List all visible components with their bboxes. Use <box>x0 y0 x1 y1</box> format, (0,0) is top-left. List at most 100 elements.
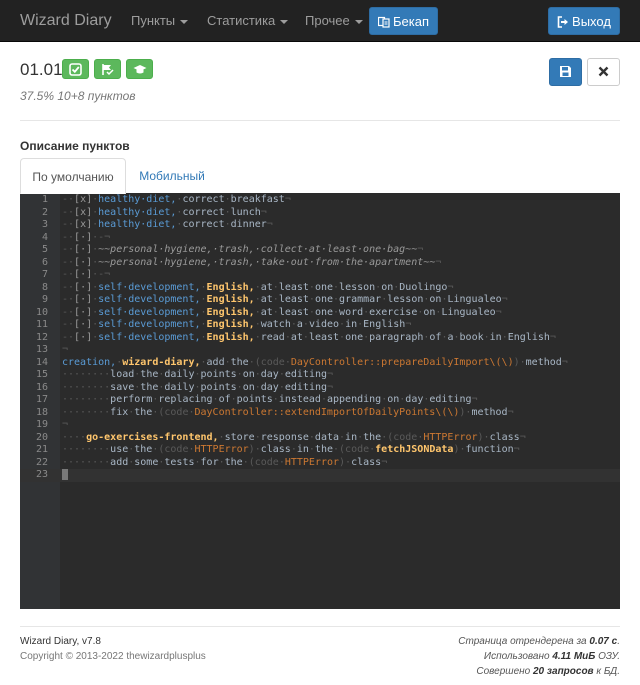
line-code: -·[·]·self·development,·English,·watch·a… <box>62 319 412 330</box>
editor-line: 7 -·[·]·-¬ <box>20 269 620 282</box>
caret-down-icon <box>280 19 289 24</box>
editor-line: 11 -·[·]·self·development,·English,·watch… <box>20 319 620 332</box>
line-number: 20 <box>35 431 48 443</box>
completion-summary: 37.5% 10+8 пунктов <box>20 89 136 103</box>
line-number: 12 <box>35 331 48 343</box>
section-title: Описание пунктов <box>20 139 130 153</box>
line-code: ····go-exercises-frontend,·store·respons… <box>62 431 526 443</box>
line-number: 6 <box>41 256 48 268</box>
caret-down-icon <box>180 19 189 24</box>
editor-line: 8 -·[·]·self·development,·English,·at·lea… <box>20 282 620 295</box>
code-editor[interactable]: 1 -·[x]·healthy·diet,·correct·breakfast¬ … <box>20 193 620 609</box>
backup-icon <box>377 16 390 28</box>
nav-menu-stats[interactable]: Статистика <box>207 13 289 28</box>
line-number: 23 <box>35 469 48 480</box>
caret-down-icon <box>354 19 363 24</box>
editor-line: 22 ········add·some·tests·for·the·(code·H… <box>20 457 620 470</box>
line-number: 5 <box>41 244 48 255</box>
editor-line: 10 -·[·]·self·development,·English,·at·le… <box>20 307 620 320</box>
editor-line-active: 23 <box>20 469 620 482</box>
save-icon <box>560 66 571 77</box>
editor-line: 15 ········load·the·daily·points·on·day·e… <box>20 369 620 382</box>
line-number: 22 <box>35 456 48 468</box>
editor-line: 17 ········perform·replacing·of·points·in… <box>20 394 620 407</box>
line-number: 14 <box>35 356 48 368</box>
line-code: -·[·]·self·development,·English,·at·leas… <box>62 306 502 318</box>
editor-line: 5 -·[·]·~~personal·hygiene,·trash,·collec… <box>20 244 620 257</box>
line-code: -·[·]·self·development,·English,·read·at… <box>62 331 556 343</box>
editor-line: 20 ····go-exercises-frontend,·store·respo… <box>20 432 620 445</box>
line-code: ········save·the·daily·points·on·day·edi… <box>62 381 334 393</box>
graduation-button[interactable] <box>126 59 153 79</box>
editor-line: 9 -·[·]·self·development,·English,·at·lea… <box>20 294 620 307</box>
divider <box>20 120 620 121</box>
line-number: 8 <box>41 281 48 293</box>
footer-divider <box>20 626 620 627</box>
check-all-button[interactable] <box>62 59 89 79</box>
editor-line: 14 creation,·wizard-diary,·add·the·(code·… <box>20 357 620 370</box>
line-code: -·[·]·-¬ <box>62 269 111 280</box>
save-button[interactable] <box>549 58 582 86</box>
check-square-icon <box>69 63 82 76</box>
line-code: -·[·]·-¬ <box>62 231 111 243</box>
brand[interactable]: Wizard Diary <box>20 12 112 30</box>
line-number: 11 <box>35 319 48 330</box>
line-number: 7 <box>41 269 48 280</box>
memory-info: Использовано 4.11 МиБ ОЗУ. <box>483 651 620 662</box>
close-button[interactable] <box>587 58 620 86</box>
line-code: ········fix·the·(code·DayController::ext… <box>62 406 514 418</box>
text-cursor <box>62 469 68 480</box>
line-code: -·[x]·healthy·diet,·correct·dinner¬ <box>62 219 273 230</box>
line-number: 21 <box>35 444 48 455</box>
line-code: ¬ <box>62 344 69 355</box>
line-code: ········use·the·(code·HTTPError)·class·i… <box>62 444 520 455</box>
editor-line: 4 -·[·]·-¬ <box>20 232 620 245</box>
line-number: 19 <box>35 419 48 430</box>
editor-line: 3 -·[x]·healthy·diet,·correct·dinner¬ <box>20 219 620 232</box>
line-code: ········add·some·tests·for·the·(code·HTT… <box>62 456 388 468</box>
editor-line: 13 ¬ <box>20 344 620 357</box>
editor-line: 16 ········save·the·daily·points·on·day·e… <box>20 382 620 395</box>
editor-line: 12 -·[·]·self·development,·English,·read·… <box>20 332 620 345</box>
line-code: -·[x]·healthy·diet,·correct·lunch¬ <box>62 206 267 218</box>
line-number: 1 <box>41 194 48 205</box>
line-code: -·[x]·healthy·diet,·correct·breakfast¬ <box>62 194 291 205</box>
queries-info: Совершено 20 запросов к БД. <box>476 666 620 677</box>
line-number: 3 <box>41 219 48 230</box>
tab-default[interactable]: По умолчанию <box>20 158 126 194</box>
flag-button[interactable] <box>94 59 121 79</box>
flag-icon <box>102 64 114 76</box>
logout-button[interactable]: Выход <box>548 7 620 35</box>
line-code: ¬ <box>62 419 69 430</box>
nav-menu-other[interactable]: Прочее <box>305 13 363 28</box>
editor-line: 18 ········fix·the·(code·DayController::e… <box>20 407 620 420</box>
line-code <box>62 469 68 483</box>
app-version: Wizard Diary, v7.8 <box>20 636 101 647</box>
line-number: 2 <box>41 206 48 218</box>
line-code: -·[·]·self·development,·English,·at·leas… <box>62 294 508 305</box>
graduation-cap-icon <box>133 65 147 74</box>
page-title: 01.01 <box>20 60 63 79</box>
line-number: 13 <box>35 344 48 355</box>
line-code: creation,·wizard-diary,·add·the·(code·Da… <box>62 356 568 368</box>
copyright: Copyright © 2013-2022 thewizardplusplus <box>20 651 206 662</box>
line-number: 18 <box>35 406 48 418</box>
navbar: Wizard Diary Пункты Статистика Прочее Бе… <box>0 0 640 42</box>
editor-line: 2 -·[x]·healthy·diet,·correct·lunch¬ <box>20 207 620 220</box>
line-number: 17 <box>35 394 48 405</box>
nav-menu-items[interactable]: Пункты <box>131 13 189 28</box>
logout-icon <box>557 16 569 28</box>
line-code: -·[·]·~~personal·hygiene,·trash,·take·ou… <box>62 256 442 268</box>
tab-mobile[interactable]: Мобильный <box>126 158 218 193</box>
render-time-info: Страница отрендерена за 0.07 с. <box>458 636 620 647</box>
close-icon <box>598 66 609 77</box>
backup-button[interactable]: Бекап <box>369 7 438 35</box>
line-code: ········perform·replacing·of·points·inst… <box>62 394 478 405</box>
editor-line: 1 -·[x]·healthy·diet,·correct·breakfast¬ <box>20 194 620 207</box>
line-code: -·[·]·self·development,·English,·at·leas… <box>62 281 454 293</box>
line-code: ········load·the·daily·points·on·day·edi… <box>62 369 334 380</box>
line-code: -·[·]·~~personal·hygiene,·trash,·collect… <box>62 244 424 255</box>
line-number: 16 <box>35 381 48 393</box>
editor-line: 19 ¬ <box>20 419 620 432</box>
editor-line: 6 -·[·]·~~personal·hygiene,·trash,·take·o… <box>20 257 620 270</box>
